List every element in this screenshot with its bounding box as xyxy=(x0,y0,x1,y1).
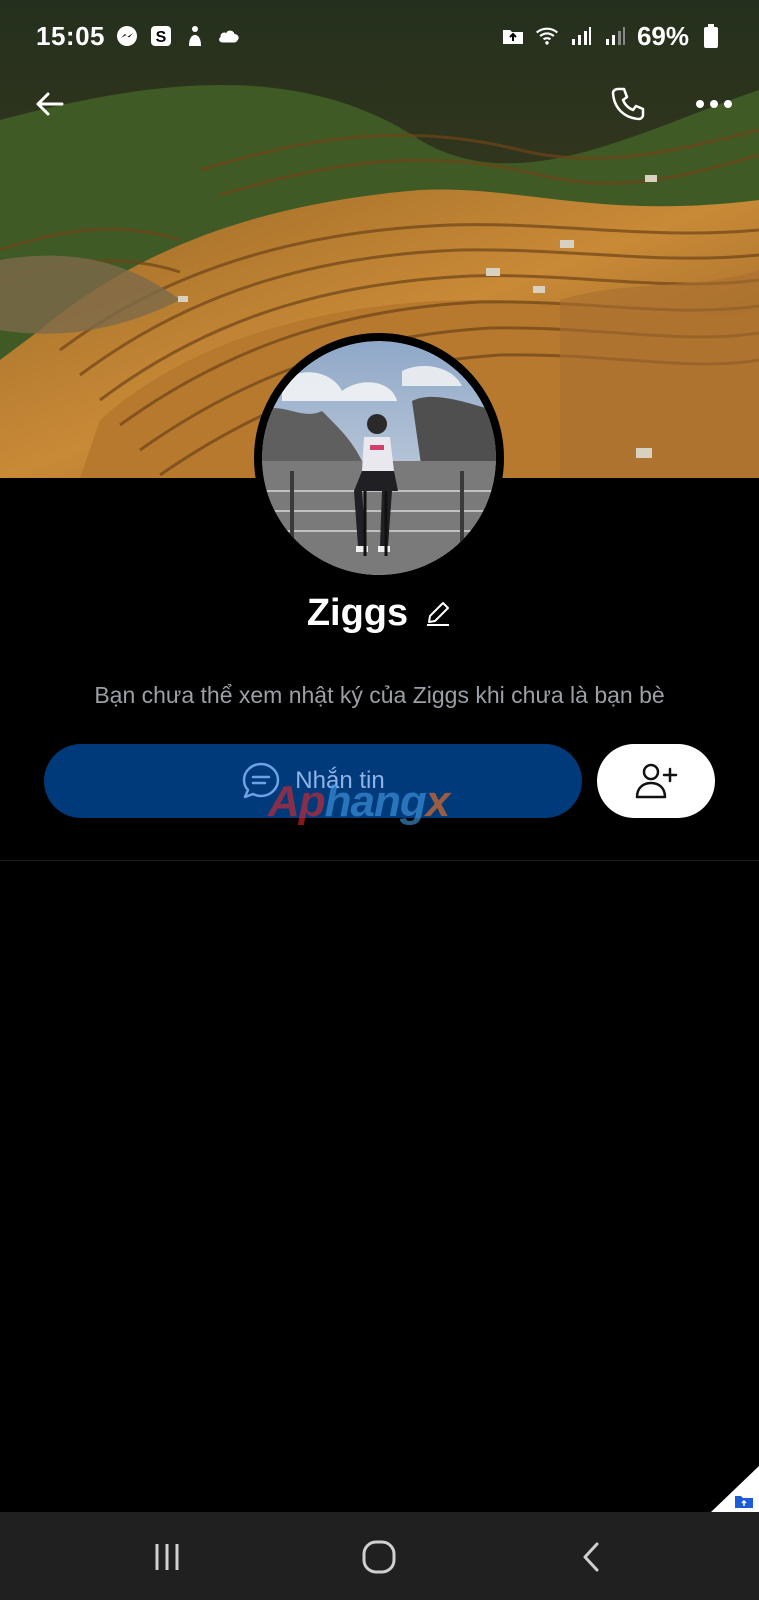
user-plus-icon xyxy=(635,763,678,799)
arrow-left-icon xyxy=(36,92,64,116)
back-icon xyxy=(583,1542,599,1572)
gesture-icon xyxy=(183,24,207,48)
profile-name: Ziggs xyxy=(306,591,409,634)
wifi-icon xyxy=(535,24,559,48)
folder-upload-icon xyxy=(711,1466,759,1512)
section-divider xyxy=(0,860,759,861)
cloud-icon xyxy=(217,24,241,48)
avatar[interactable] xyxy=(254,333,504,583)
top-nav xyxy=(0,76,759,132)
battery-icon xyxy=(699,24,723,48)
status-left: 15:05 S xyxy=(36,21,241,52)
more-horizontal-icon xyxy=(696,100,732,108)
status-bar: 15:05 S 69% xyxy=(0,0,759,72)
system-nav-bar xyxy=(0,1512,759,1600)
status-time: 15:05 xyxy=(36,20,105,51)
signal-icon xyxy=(603,24,627,48)
floating-folder-badge[interactable] xyxy=(711,1466,759,1512)
recents-icon xyxy=(155,1544,179,1570)
phone-icon xyxy=(611,87,645,121)
message-button[interactable]: Nhắn tin xyxy=(44,744,582,818)
profile-screen: 15:05 S 69% Ziggs Bạn chưa thể xem nhật … xyxy=(0,0,759,1600)
svg-text:S: S xyxy=(156,29,167,46)
private-diary-notice: Bạn chưa thể xem nhật ký của Ziggs khi c… xyxy=(94,682,665,708)
message-button-label: Nhắn tin xyxy=(295,767,385,794)
call-button[interactable] xyxy=(600,76,656,132)
home-icon xyxy=(362,1540,396,1574)
more-button[interactable] xyxy=(686,76,742,132)
status-right: 69% xyxy=(501,21,723,52)
back-button[interactable] xyxy=(22,76,78,132)
signal-icon xyxy=(569,24,593,48)
profile-name-row: Ziggs xyxy=(0,585,759,641)
s-app-icon: S xyxy=(149,24,173,48)
recents-button[interactable] xyxy=(132,1522,202,1592)
messenger-icon xyxy=(115,24,139,48)
add-friend-button[interactable] xyxy=(597,744,715,818)
system-back-button[interactable] xyxy=(557,1522,627,1592)
pencil-icon[interactable] xyxy=(424,599,452,627)
vpn-lock-icon xyxy=(501,24,525,48)
home-button[interactable] xyxy=(344,1522,414,1592)
chat-bubble-icon xyxy=(241,761,281,801)
avatar-photo xyxy=(262,341,496,575)
battery-percent: 69% xyxy=(636,20,689,51)
